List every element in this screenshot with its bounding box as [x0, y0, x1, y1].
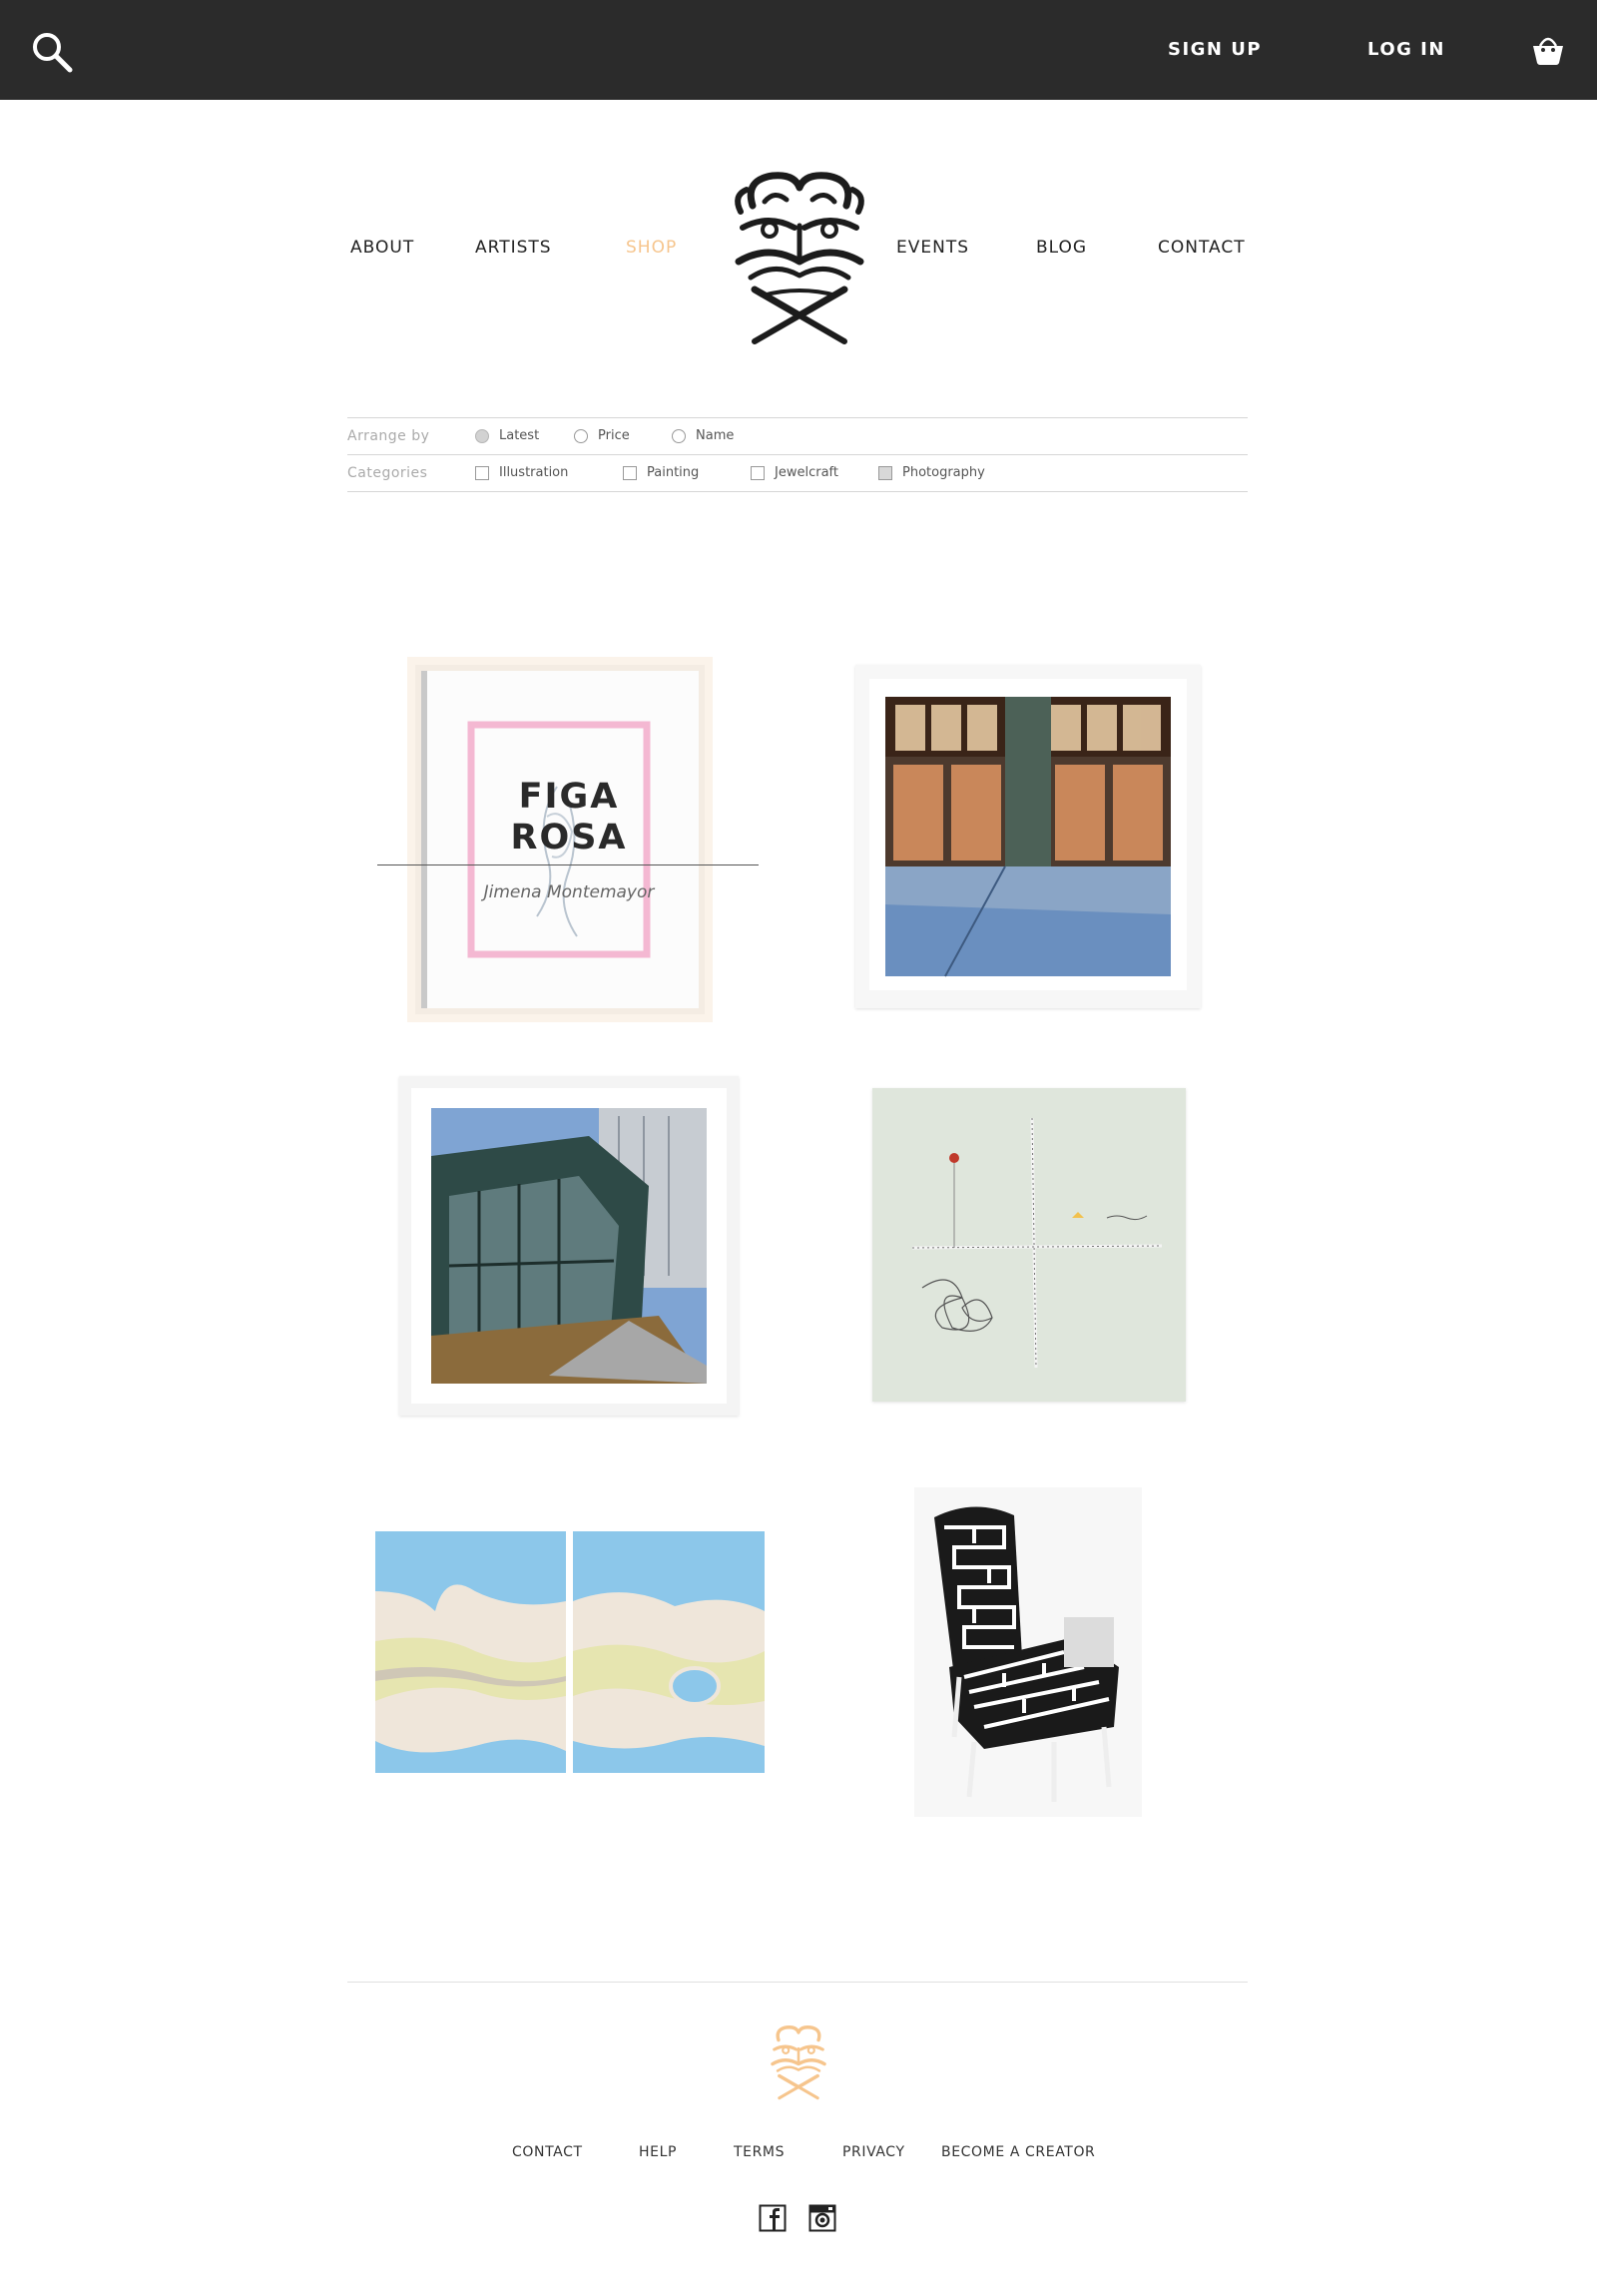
checkbox-icon[interactable]: [475, 465, 489, 480]
nav-contact[interactable]: CONTACT: [1158, 238, 1246, 258]
nav-shop[interactable]: SHOP: [626, 238, 677, 258]
product-card-line-drawing[interactable]: [872, 1088, 1186, 1402]
arrange-price-label: Price: [598, 428, 630, 443]
arrange-name-radio[interactable]: Name: [672, 428, 734, 443]
nav-blog[interactable]: BLOG: [1036, 238, 1087, 258]
doors-photo-artwork: [855, 665, 1201, 1008]
filter-panel: Arrange by Latest Price Name Categories …: [347, 417, 1248, 492]
nav-about[interactable]: ABOUT: [350, 238, 414, 258]
facebook-icon[interactable]: [759, 2204, 787, 2232]
site-logo[interactable]: [725, 166, 874, 345]
product-title-line: FIGA: [518, 777, 620, 817]
product-card-subway-photo[interactable]: [399, 1076, 739, 1416]
radio-icon[interactable]: [475, 428, 489, 443]
product-card-doors-photo[interactable]: [855, 665, 1201, 1008]
footer-contact-link[interactable]: CONTACT: [512, 2144, 583, 2160]
category-painting-checkbox[interactable]: Painting: [623, 465, 699, 480]
instagram-icon[interactable]: [808, 2204, 836, 2232]
footer-terms-link[interactable]: TERMS: [734, 2144, 785, 2160]
line-drawing-artwork: [872, 1088, 1186, 1402]
arrange-row: Arrange by Latest Price Name: [347, 418, 1248, 454]
category-illustration-label: Illustration: [499, 465, 569, 480]
categories-row: Categories Illustration Painting Jewelcr…: [347, 455, 1248, 491]
footer-become-creator-link[interactable]: BECOME A CREATOR: [941, 2144, 1095, 2160]
maze-armchair-artwork: [914, 1487, 1142, 1817]
sign-up-link[interactable]: SIGN UP: [1168, 0, 1262, 100]
arrange-latest-radio[interactable]: Latest: [475, 428, 539, 443]
subway-photo-artwork: [399, 1076, 739, 1416]
arrange-name-label: Name: [696, 428, 735, 443]
category-photography-label: Photography: [902, 465, 985, 480]
diptych-painting-artwork: [375, 1531, 765, 1773]
footer-privacy-link[interactable]: PRIVACY: [842, 2144, 905, 2160]
category-jewelcraft-label: Jewelcraft: [775, 465, 838, 480]
nav-events[interactable]: EVENTS: [896, 238, 969, 258]
checkbox-icon[interactable]: [751, 465, 765, 480]
product-title-line: ROSA: [510, 818, 628, 858]
product-title[interactable]: FIGA ROSA: [469, 777, 669, 859]
radio-icon[interactable]: [672, 428, 686, 443]
category-painting-label: Painting: [647, 465, 700, 480]
product-card-maze-armchair[interactable]: [914, 1487, 1142, 1817]
checkbox-icon[interactable]: [878, 465, 892, 480]
footer-help-link[interactable]: HELP: [639, 2144, 677, 2160]
basket-icon[interactable]: [1531, 34, 1565, 66]
radio-icon[interactable]: [574, 428, 588, 443]
arrange-latest-label: Latest: [499, 428, 540, 443]
footer-divider: [347, 1982, 1248, 1983]
product-card-diptych-painting[interactable]: [375, 1531, 765, 1773]
product-artist[interactable]: Jimena Montemayor: [429, 882, 709, 902]
category-photography-checkbox[interactable]: Photography: [878, 465, 985, 480]
overlay-divider: [377, 864, 759, 865]
categories-label: Categories: [347, 465, 428, 481]
divider: [347, 491, 1248, 492]
top-bar: SIGN UP LOG IN: [0, 0, 1597, 100]
category-illustration-checkbox[interactable]: Illustration: [475, 465, 568, 480]
checkbox-icon[interactable]: [623, 465, 637, 480]
footer-logo[interactable]: [767, 2021, 830, 2101]
search-icon[interactable]: [30, 30, 74, 74]
category-jewelcraft-checkbox[interactable]: Jewelcraft: [751, 465, 838, 480]
arrange-label: Arrange by: [347, 428, 430, 444]
log-in-link[interactable]: LOG IN: [1367, 0, 1445, 100]
arrange-price-radio[interactable]: Price: [574, 428, 630, 443]
nav-artists[interactable]: ARTISTS: [475, 238, 552, 258]
